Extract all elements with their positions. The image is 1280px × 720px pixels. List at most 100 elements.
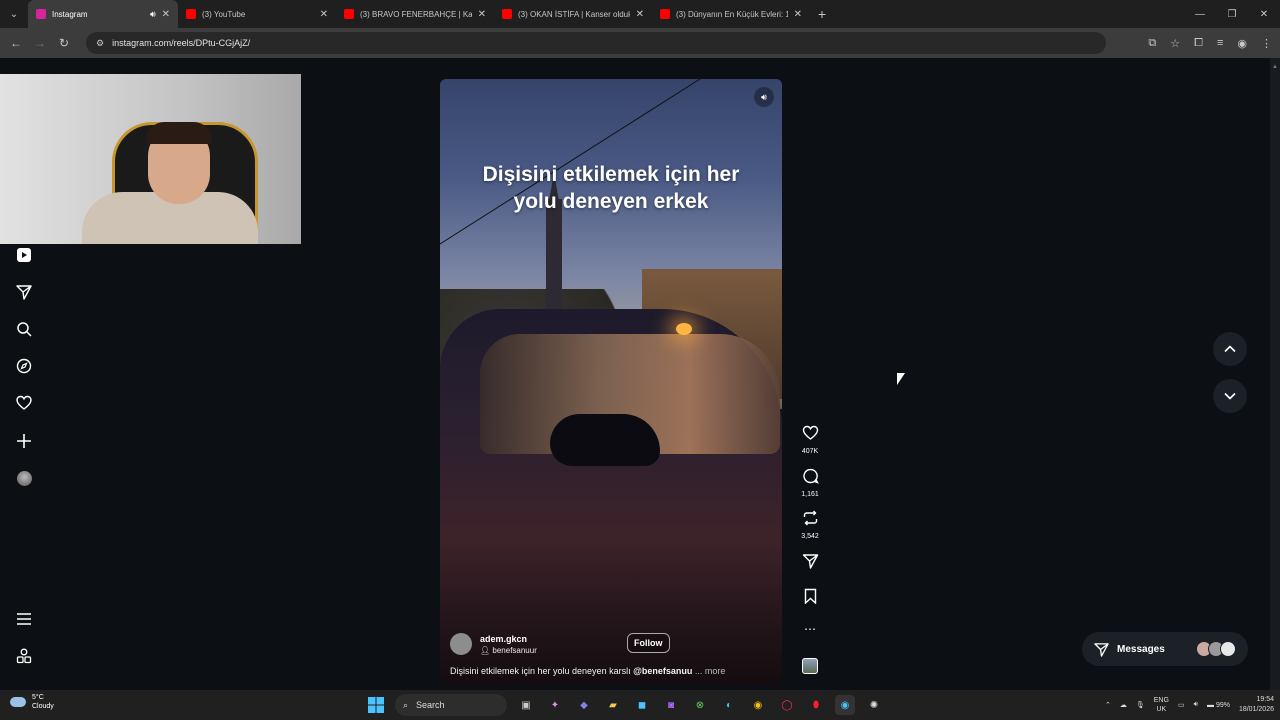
file-explorer-icon[interactable]: ▰ — [603, 695, 623, 715]
system-tray: ⌃ ☁ 🎙︎ ENG UK ▭ 🔊︎ ▬ 99% 19:54 18/01/202… — [1105, 690, 1274, 720]
send-icon — [1094, 642, 1109, 657]
network-icon[interactable]: ▭ — [1178, 701, 1185, 709]
edge-icon[interactable]: ◐ — [719, 695, 739, 715]
description-mention[interactable]: @benefsanuu — [633, 666, 692, 676]
like-action[interactable]: 407K — [796, 425, 824, 455]
tab-title: (3) YouTube — [202, 9, 246, 19]
language-indicator[interactable]: ENG UK — [1154, 696, 1169, 714]
opera-icon[interactable]: ⬮ — [806, 695, 826, 715]
sidebar-search[interactable] — [14, 319, 34, 339]
windows-taskbar: 5°C Cloudy ⌕ Search ▣ ✦ ◆ ▰ ◼ ◙ ⊗ ◐ ◉ ◯ ⬮… — [0, 690, 1280, 720]
close-tab-icon[interactable]: ✕ — [636, 9, 644, 20]
media-control-icon[interactable]: ≡ — [1217, 37, 1223, 49]
xbox-icon[interactable]: ⊗ — [690, 695, 710, 715]
profile-icon[interactable]: ◉ — [1237, 37, 1247, 50]
windows-start-icon[interactable] — [366, 695, 386, 715]
reload-icon[interactable]: ↻ — [52, 36, 76, 50]
taskbar-apps: ⌕ Search ▣ ✦ ◆ ▰ ◼ ◙ ⊗ ◐ ◉ ◯ ⬮ ◉ ✺ — [366, 690, 884, 720]
weather-widget[interactable]: 5°C Cloudy — [10, 693, 54, 711]
collaborator-line[interactable]: 👤︎ benefsanuur — [480, 646, 537, 655]
back-arrow-icon[interactable]: ← — [4, 36, 28, 50]
teams-icon[interactable]: ◆ — [574, 695, 594, 715]
repost-action[interactable]: 3,542 — [796, 510, 824, 540]
battery-indicator[interactable]: ▬ 99% — [1207, 702, 1230, 709]
clock[interactable]: 19:54 18/01/2026 — [1239, 695, 1274, 715]
volume-button[interactable]: 🔊︎ — [754, 87, 774, 107]
store-icon[interactable]: ◼ — [632, 695, 652, 715]
share-action[interactable] — [796, 553, 824, 574]
bookmark-star-icon[interactable]: ☆ — [1170, 37, 1180, 50]
reel-description[interactable]: Dişisini etkilemek için her yolu deneyen… — [450, 666, 725, 676]
copilot-icon[interactable]: ✦ — [545, 695, 565, 715]
tab-youtube[interactable]: (3) YouTube ✕ — [178, 0, 336, 28]
new-tab-button[interactable]: + — [810, 6, 834, 22]
extensions-icon[interactable]: ⧠ — [1194, 37, 1203, 50]
tab-youtube-evler[interactable]: (3) Dünyanın En Küçük Evleri: 1 ✕ — [652, 0, 810, 28]
sidebar-messages[interactable] — [14, 282, 34, 302]
close-tab-icon[interactable]: ✕ — [162, 9, 170, 20]
person-hair — [146, 122, 212, 144]
tab-youtube-fenerbahce[interactable]: (3) BRAVO FENERBAHÇE | Kans ✕ — [336, 0, 494, 28]
follow-button[interactable]: Follow — [627, 633, 670, 653]
more-options-action[interactable]: ⋯ — [796, 622, 824, 636]
more-link[interactable]: ... more — [692, 666, 726, 676]
tab-youtube-okan[interactable]: (3) OKAN İSTİFA | Kanser olduk ✕ — [494, 0, 652, 28]
sidebar-more[interactable] — [14, 609, 34, 629]
tab-search-button[interactable]: ⌄ — [0, 0, 28, 28]
next-reel-button[interactable] — [1213, 379, 1247, 413]
reel-author[interactable]: adem.gkcn 👤︎ benefsanuur — [450, 633, 537, 655]
close-tab-icon[interactable]: ✕ — [478, 9, 486, 20]
page-scrollbar[interactable]: ▲ — [1270, 58, 1280, 690]
forward-arrow-icon[interactable]: → — [28, 36, 52, 50]
tab-instagram[interactable]: Instagram 🔊︎ ✕ — [28, 0, 178, 28]
purple-app-icon[interactable]: ◙ — [661, 695, 681, 715]
audio-action[interactable] — [796, 658, 824, 679]
site-info-icon[interactable]: ⚙ — [96, 38, 104, 49]
sidebar-reels[interactable] — [14, 245, 34, 265]
author-avatar[interactable] — [450, 633, 472, 655]
collaborator-name: benefsanuur — [492, 645, 537, 655]
minimize-icon[interactable]: — — [1184, 0, 1216, 28]
taskbar-search[interactable]: ⌕ Search — [395, 694, 507, 716]
region-code: UK — [1156, 706, 1167, 713]
show-hidden-icons[interactable]: ⌃ — [1105, 701, 1111, 709]
video-caption: Dişisini etkilemek için her yolu deneyen… — [440, 161, 782, 215]
speaker-icon[interactable]: 🔊︎ — [150, 9, 156, 20]
save-action[interactable] — [796, 588, 824, 609]
maximize-icon[interactable]: ❐ — [1216, 0, 1248, 28]
sidebar-create[interactable] — [14, 431, 34, 451]
task-view-icon[interactable]: ▣ — [516, 695, 536, 715]
tab-title: Instagram — [52, 9, 88, 19]
sidebar-notifications[interactable] — [14, 393, 34, 413]
microphone-icon[interactable]: 🎙︎ — [1136, 701, 1145, 709]
tab-title: (3) OKAN İSTİFA | Kanser olduk — [518, 9, 630, 19]
volume-icon[interactable]: 🔊︎ — [1194, 701, 1198, 709]
url-text: instagram.com/reels/DPtu-CGjAjZ/ — [112, 38, 251, 48]
opera-gx-icon[interactable]: ◯ — [777, 695, 797, 715]
author-username[interactable]: adem.gkcn — [480, 634, 537, 644]
comment-action[interactable]: 1,161 — [796, 468, 824, 498]
hamburger-menu-icon — [17, 613, 31, 625]
scroll-up-icon[interactable]: ▲ — [1272, 64, 1278, 70]
reel-video[interactable]: Dişisini etkilemek için her yolu deneyen… — [440, 79, 782, 686]
sidebar-profile[interactable] — [14, 468, 34, 488]
description-text: Dişisini etkilemek için her yolu deneyen… — [450, 666, 634, 676]
sidebar-also-from-meta[interactable] — [14, 646, 34, 666]
chrome-active-icon[interactable]: ◉ — [835, 695, 855, 715]
app-notification-icon[interactable]: ✺ — [864, 695, 884, 715]
onedrive-icon[interactable]: ☁ — [1120, 701, 1127, 709]
url-field[interactable]: ⚙ instagram.com/reels/DPtu-CGjAjZ/ — [86, 32, 1106, 54]
battery-icon: ▬ — [1206, 701, 1214, 709]
sidebar-explore[interactable] — [14, 356, 34, 376]
heart-icon — [16, 395, 32, 410]
menu-kebab-icon[interactable]: ⋮ — [1261, 37, 1272, 50]
previous-reel-button[interactable] — [1213, 332, 1247, 366]
browser-tab-strip: ⌄ Instagram 🔊︎ ✕ (3) YouTube ✕ (3) BRAVO… — [0, 0, 1280, 28]
chrome-icon[interactable]: ◉ — [748, 695, 768, 715]
plus-icon — [17, 434, 31, 448]
close-tab-icon[interactable]: ✕ — [794, 9, 802, 20]
close-window-icon[interactable]: ✕ — [1248, 0, 1280, 28]
messages-button[interactable]: Messages — [1082, 632, 1248, 666]
install-app-icon[interactable]: ⧉ — [1148, 37, 1156, 50]
close-tab-icon[interactable]: ✕ — [320, 9, 328, 20]
